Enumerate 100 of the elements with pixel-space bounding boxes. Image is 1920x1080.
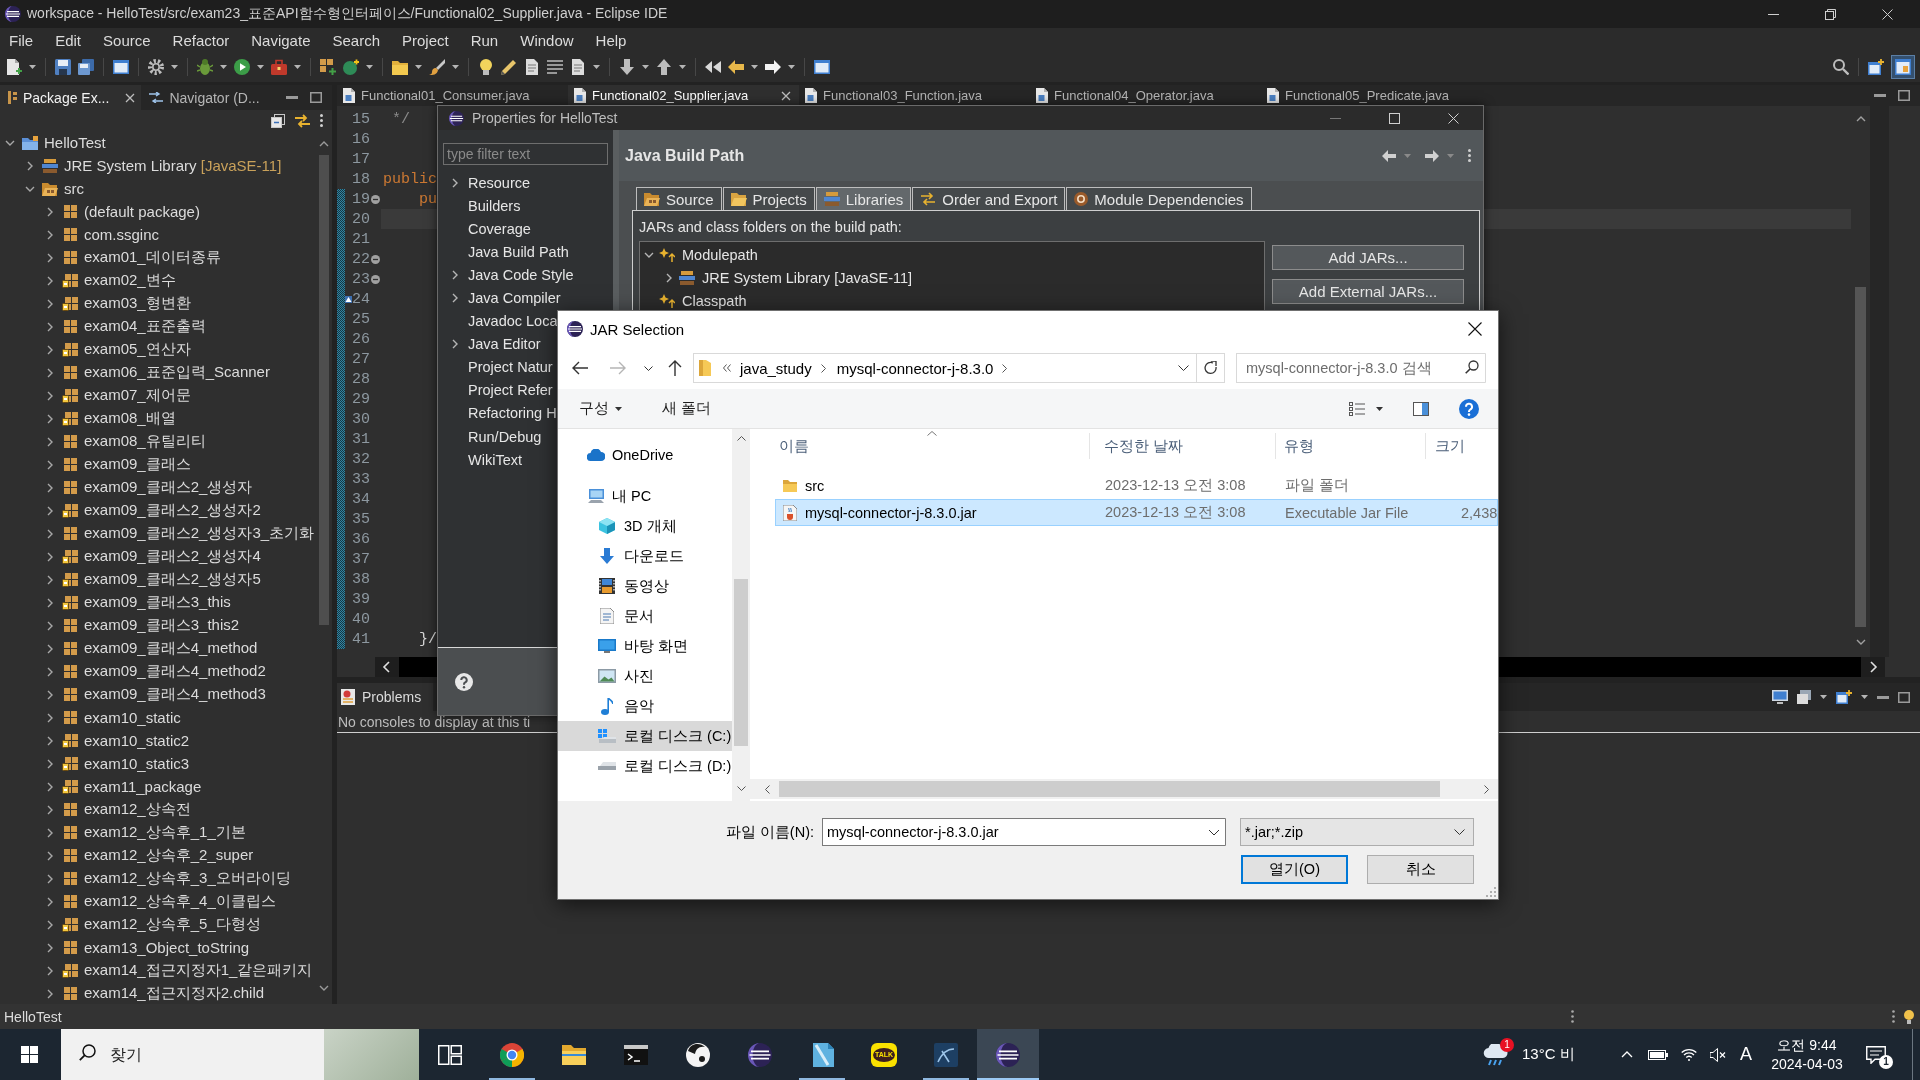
caret-icon[interactable]: [642, 65, 649, 69]
scrollbar-thumb[interactable]: [779, 781, 1440, 797]
tree-item[interactable]: Refactoring H: [443, 401, 557, 426]
tree-item[interactable]: Project Refer: [443, 378, 553, 402]
chevron-right-icon[interactable]: [47, 804, 53, 815]
chevron-right-icon[interactable]: [47, 321, 53, 332]
column-header[interactable]: 수정한 날짜: [1090, 433, 1276, 459]
tab[interactable]: Projects: [722, 187, 815, 210]
caret-icon[interactable]: [1820, 695, 1827, 699]
chevron-right-icon[interactable]: [47, 896, 53, 907]
chevron-right-icon[interactable]: [47, 873, 53, 884]
tree-item[interactable]: exam05_연산자: [0, 338, 315, 361]
caret-icon[interactable]: [366, 65, 373, 69]
tree-item[interactable]: exam12_상속전: [0, 798, 315, 821]
display-icon[interactable]: [1772, 690, 1788, 704]
address-bar[interactable]: java_study mysql-connector-j-8.3.0: [693, 353, 1197, 383]
arrow-up-icon[interactable]: [656, 59, 672, 75]
close-icon[interactable]: [1468, 322, 1482, 336]
chevron-right-icon[interactable]: [47, 367, 53, 378]
scrollbar-thumb[interactable]: [734, 579, 748, 746]
breadcrumb-item[interactable]: mysql-connector-j-8.3.0: [836, 359, 994, 377]
caret-icon[interactable]: [415, 65, 422, 69]
tree-item[interactable]: exam14_접근지정자2.child: [0, 982, 315, 1005]
gear-icon[interactable]: [148, 59, 164, 75]
tree-item[interactable]: Coverage: [443, 217, 531, 241]
tree-item[interactable]: Builders: [443, 194, 521, 218]
pencil-icon[interactable]: [501, 59, 517, 75]
search-icon[interactable]: [1462, 353, 1486, 383]
chevron-right-icon[interactable]: [820, 363, 826, 373]
text-lines-icon[interactable]: [547, 59, 563, 75]
chevron-right-icon[interactable]: [47, 689, 53, 700]
chevron-right-icon[interactable]: [47, 919, 53, 930]
tree-item[interactable]: Resource: [443, 171, 531, 195]
tree-item[interactable]: exam12_상속후_2_super: [0, 844, 315, 867]
caret-icon[interactable]: [679, 65, 686, 69]
chevron-down-icon[interactable]: [1178, 365, 1189, 371]
chevron-right-icon[interactable]: [47, 528, 53, 539]
caret-icon[interactable]: [593, 65, 600, 69]
double-arrow-left-icon[interactable]: [705, 59, 721, 75]
tree-item[interactable]: exam09_클래스4_method3: [0, 683, 315, 706]
minimize-icon[interactable]: [1768, 13, 1779, 15]
lightbulb-icon[interactable]: [1904, 1009, 1914, 1024]
menu-item[interactable]: Search: [323, 31, 393, 49]
tree-item[interactable]: exam09_클래스2_생성자: [0, 476, 315, 499]
collapse-all-icon[interactable]: [271, 113, 285, 128]
tree-item[interactable]: exam13_Object_toString: [0, 936, 315, 959]
restore-icon[interactable]: [1825, 8, 1836, 20]
help-icon[interactable]: [455, 672, 473, 691]
close-icon[interactable]: [781, 90, 791, 101]
tab[interactable]: Module Dependencies: [1066, 187, 1252, 210]
collapse-icon[interactable]: [371, 194, 380, 204]
taskbar-button[interactable]: [977, 1029, 1039, 1080]
menu-item[interactable]: Run: [461, 31, 512, 49]
tree-item[interactable]: exam12_상속후_1_기본: [0, 821, 315, 844]
editor-tab[interactable]: Functional02_Supplier.java: [568, 85, 799, 106]
input-mode-indicator[interactable]: A: [1733, 1029, 1759, 1080]
tree-item[interactable]: exam12_상속후_5_다형성: [0, 913, 315, 936]
view-list-icon[interactable]: [1349, 401, 1365, 416]
search-icon[interactable]: [1833, 59, 1849, 75]
tree-item[interactable]: exam09_클래스2_생성자4: [0, 545, 315, 568]
scroll-left-icon[interactable]: [375, 657, 399, 677]
arrow-up-icon[interactable]: [668, 360, 682, 376]
dialog-button[interactable]: Add External JARs...: [1272, 279, 1464, 304]
tree-item[interactable]: Javadoc Loca: [443, 309, 558, 333]
maximize-icon[interactable]: [1389, 112, 1400, 124]
document-icon[interactable]: [570, 59, 586, 75]
tree-item[interactable]: Java Build Path: [443, 240, 569, 264]
editor-tab[interactable]: Functional05_Predicate.java: [1261, 85, 1492, 106]
view-tab[interactable]: Problems: [337, 683, 434, 711]
folder-icon[interactable]: [392, 59, 408, 75]
collapse-icon[interactable]: [371, 254, 380, 264]
perspective-button[interactable]: [1891, 55, 1915, 79]
tree-item[interactable]: HelloTest: [0, 131, 315, 154]
chevron-right-icon[interactable]: [47, 206, 53, 217]
toolbox-icon[interactable]: [271, 59, 287, 75]
nav-item[interactable]: OneDrive: [558, 440, 732, 470]
menu-item[interactable]: Refactor: [163, 31, 243, 49]
filter-field[interactable]: type filter text: [443, 143, 608, 165]
chevron-right-icon[interactable]: [47, 758, 53, 769]
menu-item[interactable]: Window: [511, 31, 587, 49]
chevron-right-icon[interactable]: [27, 160, 33, 171]
drag-handle-icon[interactable]: [1892, 1010, 1895, 1023]
arrow-down-icon[interactable]: [619, 59, 635, 75]
nav-item[interactable]: 내 PC: [558, 481, 732, 511]
tree-item[interactable]: exam11_package: [0, 775, 315, 798]
caret-icon[interactable]: [220, 65, 227, 69]
chevron-down-icon[interactable]: [644, 251, 654, 258]
tree-item[interactable]: Run/Debug: [443, 425, 542, 449]
chevron-right-icon[interactable]: [47, 735, 53, 746]
chevron-down-icon[interactable]: [736, 786, 746, 791]
menu-icon[interactable]: [1468, 149, 1471, 162]
chevron-right-icon[interactable]: [47, 390, 53, 401]
lightbulb-icon[interactable]: [478, 59, 494, 75]
breadcrumb-item[interactable]: java_study: [740, 359, 812, 377]
chevron-right-icon[interactable]: [47, 781, 53, 792]
column-header[interactable]: 유형: [1276, 433, 1426, 459]
tree-item[interactable]: exam08_유틸리티: [0, 430, 315, 453]
tree-item[interactable]: Project Natur: [443, 355, 553, 379]
caret-icon[interactable]: [29, 65, 36, 69]
scrollbar-thumb[interactable]: [318, 155, 329, 625]
